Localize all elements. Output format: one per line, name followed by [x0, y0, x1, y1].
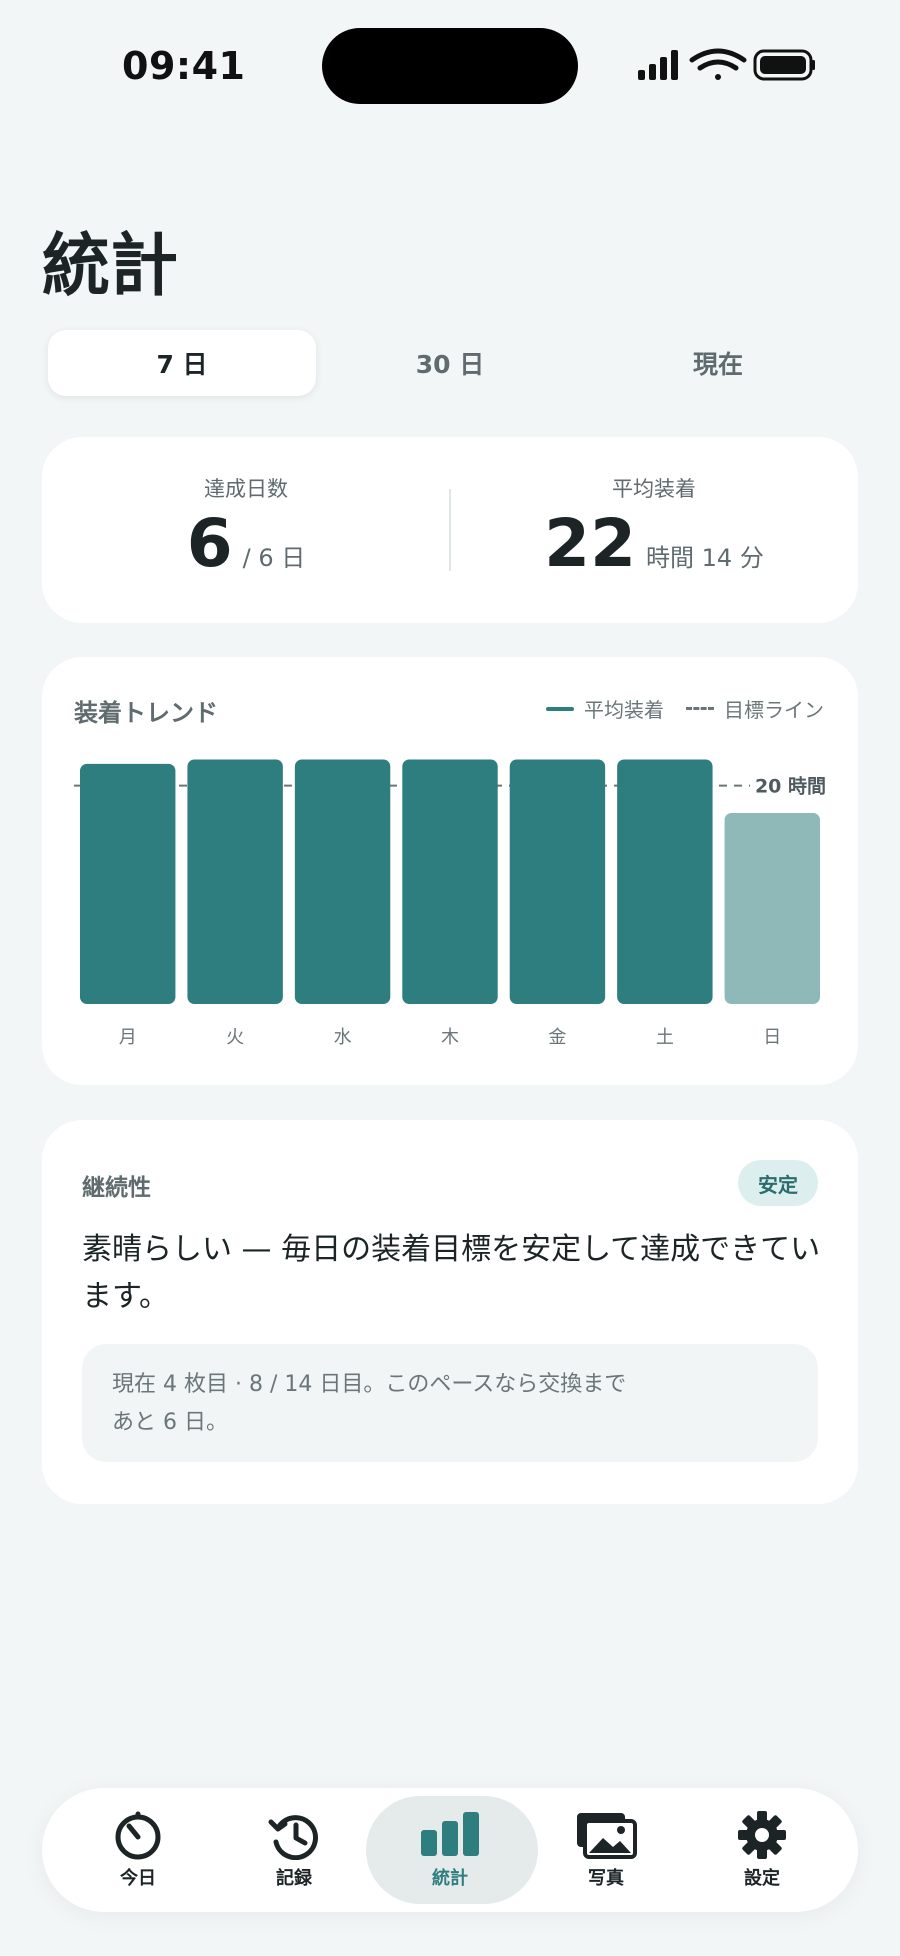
x-tick-label: 火 — [226, 1027, 244, 1048]
legend-goal-label: 目標ライン — [724, 698, 824, 722]
goal-line-label: 20 時間 — [755, 776, 826, 798]
cellular-signal-icon — [638, 50, 678, 80]
tab-today-label: 今日 — [120, 1868, 156, 1889]
dynamic-island — [322, 28, 578, 104]
achieved-days-stat: 達成日数 6 / 6 日 — [42, 437, 450, 623]
photos-icon — [577, 1813, 637, 1859]
tab-photos-label: 写真 — [588, 1868, 624, 1889]
average-wear-value: 22 — [544, 505, 637, 582]
tab-history[interactable]: 記録 — [214, 1788, 374, 1912]
tab-photos[interactable]: 写真 — [526, 1788, 686, 1912]
tab-settings-label: 設定 — [744, 1868, 780, 1889]
chart-bar — [617, 759, 713, 1004]
progress-note: 現在 4 枚目 · 8 / 14 日目。このペースなら交換まで あと 6 日。 — [82, 1344, 818, 1462]
status-icons — [636, 46, 816, 86]
wifi-icon — [689, 48, 747, 80]
page-title: 統計 — [42, 227, 179, 306]
segment-30-days[interactable]: 30 日 — [316, 330, 584, 396]
chart-bar — [402, 759, 498, 1004]
achieved-days-value: 6 — [186, 505, 233, 582]
chart-bar — [294, 759, 391, 1004]
chart-bar — [509, 759, 606, 1004]
history-icon — [268, 1815, 318, 1860]
continuity-title: 継続性 — [82, 1175, 151, 1201]
achieved-days-label: 達成日数 — [204, 477, 288, 501]
gear-icon — [738, 1811, 786, 1859]
tab-bar: 今日 記録 統計 写真 設定 — [42, 1788, 858, 1912]
chart-bar — [80, 763, 176, 1004]
average-wear-stat: 平均装着 22 時間 14 分 — [450, 437, 858, 623]
legend-goal-swatch — [686, 707, 714, 710]
tab-today[interactable]: 今日 — [58, 1788, 218, 1912]
average-wear-unit: 時間 14 分 — [646, 544, 764, 572]
x-tick-label: 土 — [656, 1027, 674, 1048]
timer-icon — [115, 1811, 161, 1860]
x-tick-label: 日 — [763, 1027, 781, 1048]
stats-icon — [421, 1812, 479, 1856]
legend-average-swatch — [546, 706, 574, 711]
chart-bar — [187, 759, 283, 1004]
chart-bar — [724, 812, 820, 1004]
continuity-card: 継続性 安定 素晴らしい — 毎日の装着目標を安定して達成できています。 現在 … — [42, 1120, 858, 1504]
status-badge: 安定 — [738, 1160, 818, 1206]
progress-note-line-1: 現在 4 枚目 · 8 / 14 日目。このペースなら交換まで — [112, 1372, 627, 1397]
chart-title: 装着トレンド — [74, 699, 218, 727]
segment-7-days[interactable]: 7 日 — [48, 330, 316, 396]
progress-note-line-2: あと 6 日。 — [112, 1410, 228, 1435]
x-tick-label: 水 — [334, 1027, 352, 1048]
range-segmented-control: 7 日 30 日 現在 — [42, 330, 858, 400]
continuity-message: 素晴らしい — 毎日の装着目標を安定して達成できています。 — [82, 1232, 821, 1314]
summary-card: 達成日数 6 / 6 日 平均装着 22 時間 14 分 — [42, 437, 858, 623]
tab-stats[interactable]: 統計 — [366, 1788, 538, 1912]
segment-current[interactable]: 現在 — [584, 330, 852, 396]
tab-settings[interactable]: 設定 — [682, 1788, 842, 1912]
status-bar: 09:41 — [0, 0, 900, 130]
tab-history-label: 記録 — [276, 1868, 312, 1889]
status-time: 09:41 — [122, 44, 246, 88]
achieved-days-unit: / 6 日 — [242, 544, 306, 572]
tab-stats-label: 統計 — [432, 1868, 468, 1889]
chart-legend: 平均装着 目標ライン — [546, 694, 824, 723]
x-tick-label: 木 — [441, 1027, 459, 1048]
wear-trend-card: 月 火 水 木 金 土 日 20 時間 装着トレンド 平均装着 目標ライン — [42, 657, 858, 1085]
x-tick-label: 月 — [119, 1027, 137, 1048]
legend-average-label: 平均装着 — [584, 698, 664, 722]
x-tick-label: 金 — [548, 1027, 566, 1048]
battery-icon — [753, 49, 815, 81]
average-wear-label: 平均装着 — [612, 477, 696, 501]
